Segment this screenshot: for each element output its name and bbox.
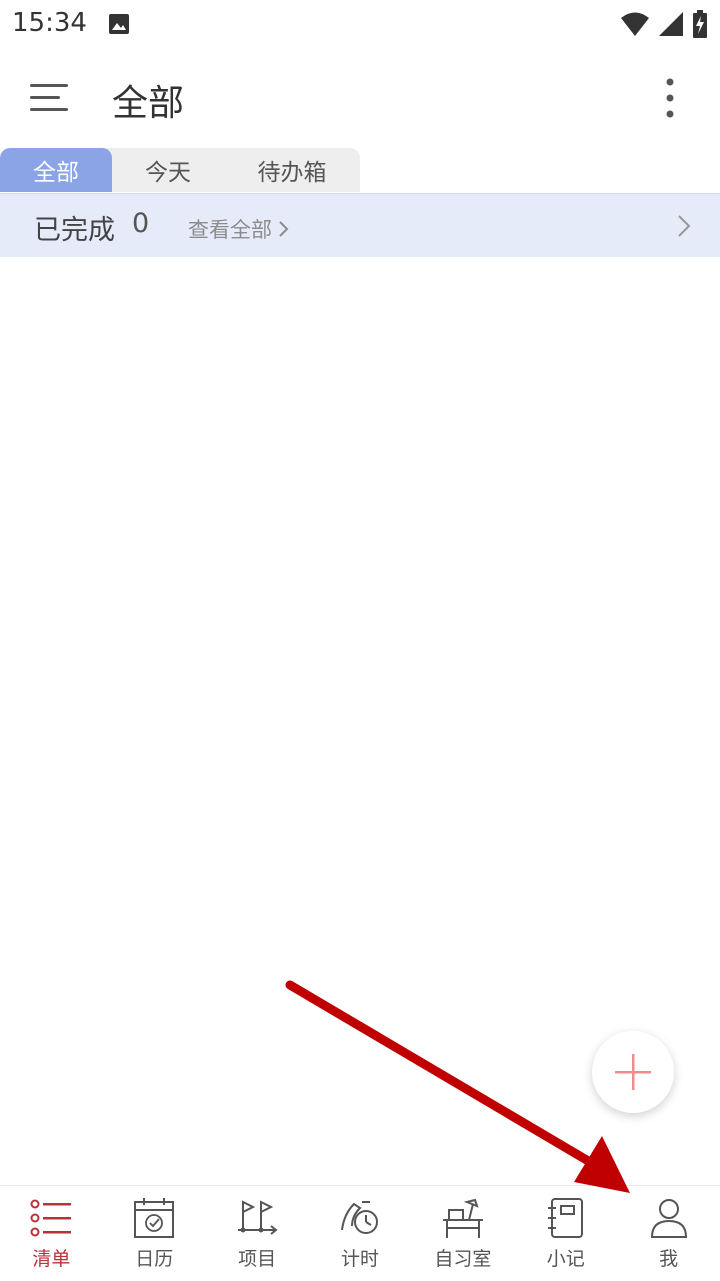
wifi-icon <box>621 12 649 36</box>
timer-icon <box>341 1201 378 1234</box>
nav-timer[interactable]: 计时 <box>309 1186 412 1281</box>
completed-label: 已完成 <box>34 215 115 246</box>
app-bar: 全部 <box>0 50 720 146</box>
status-time: 15:34 <box>12 8 87 38</box>
plus-icon <box>615 1054 651 1090</box>
nav-profile[interactable]: 我 <box>617 1186 720 1281</box>
project-icon <box>238 1200 278 1235</box>
add-task-button[interactable] <box>592 1031 674 1113</box>
nav-timer-label: 计时 <box>341 1248 380 1270</box>
nav-calendar[interactable]: 日历 <box>103 1186 206 1281</box>
more-options-icon[interactable] <box>650 74 690 122</box>
menu-icon[interactable] <box>26 76 72 120</box>
tab-all[interactable]: 全部 <box>0 148 112 192</box>
completed-section[interactable]: 已完成 0 查看全部 <box>0 193 720 257</box>
bottom-navigation: 清单 日历 项目 计时 自习室 小记 我 <box>0 1185 720 1281</box>
nav-project-label: 项目 <box>238 1248 277 1270</box>
notebook-icon <box>547 1198 583 1238</box>
list-icon <box>30 1199 72 1237</box>
nav-list[interactable]: 清单 <box>0 1186 103 1281</box>
study-room-icon <box>442 1198 483 1238</box>
profile-icon <box>650 1199 687 1238</box>
signal-icon <box>659 12 683 36</box>
status-icons <box>620 10 708 38</box>
nav-calendar-label: 日历 <box>135 1248 174 1270</box>
nav-study-room[interactable]: 自习室 <box>411 1186 514 1281</box>
filter-tabs: 全部 今天 待办箱 <box>0 148 360 192</box>
nav-project[interactable]: 项目 <box>206 1186 309 1281</box>
view-all-label: 查看全部 <box>188 218 272 242</box>
completed-count: 0 <box>132 208 150 239</box>
nav-notes[interactable]: 小记 <box>514 1186 617 1281</box>
tab-today[interactable]: 今天 <box>112 148 224 192</box>
image-notification-icon <box>109 14 129 34</box>
tab-inbox[interactable]: 待办箱 <box>224 148 360 192</box>
chevron-right-icon[interactable] <box>676 214 692 238</box>
battery-icon <box>693 10 707 38</box>
status-bar: 15:34 <box>0 0 720 50</box>
calendar-icon <box>134 1198 175 1238</box>
nav-notes-label: 小记 <box>546 1248 585 1270</box>
view-all-link[interactable]: 查看全部 <box>188 214 290 244</box>
nav-profile-label: 我 <box>659 1248 679 1270</box>
nav-study-room-label: 自习室 <box>434 1248 492 1270</box>
nav-list-label: 清单 <box>32 1248 71 1270</box>
page-title: 全部 <box>112 83 185 124</box>
chevron-right-small-icon <box>279 221 289 237</box>
